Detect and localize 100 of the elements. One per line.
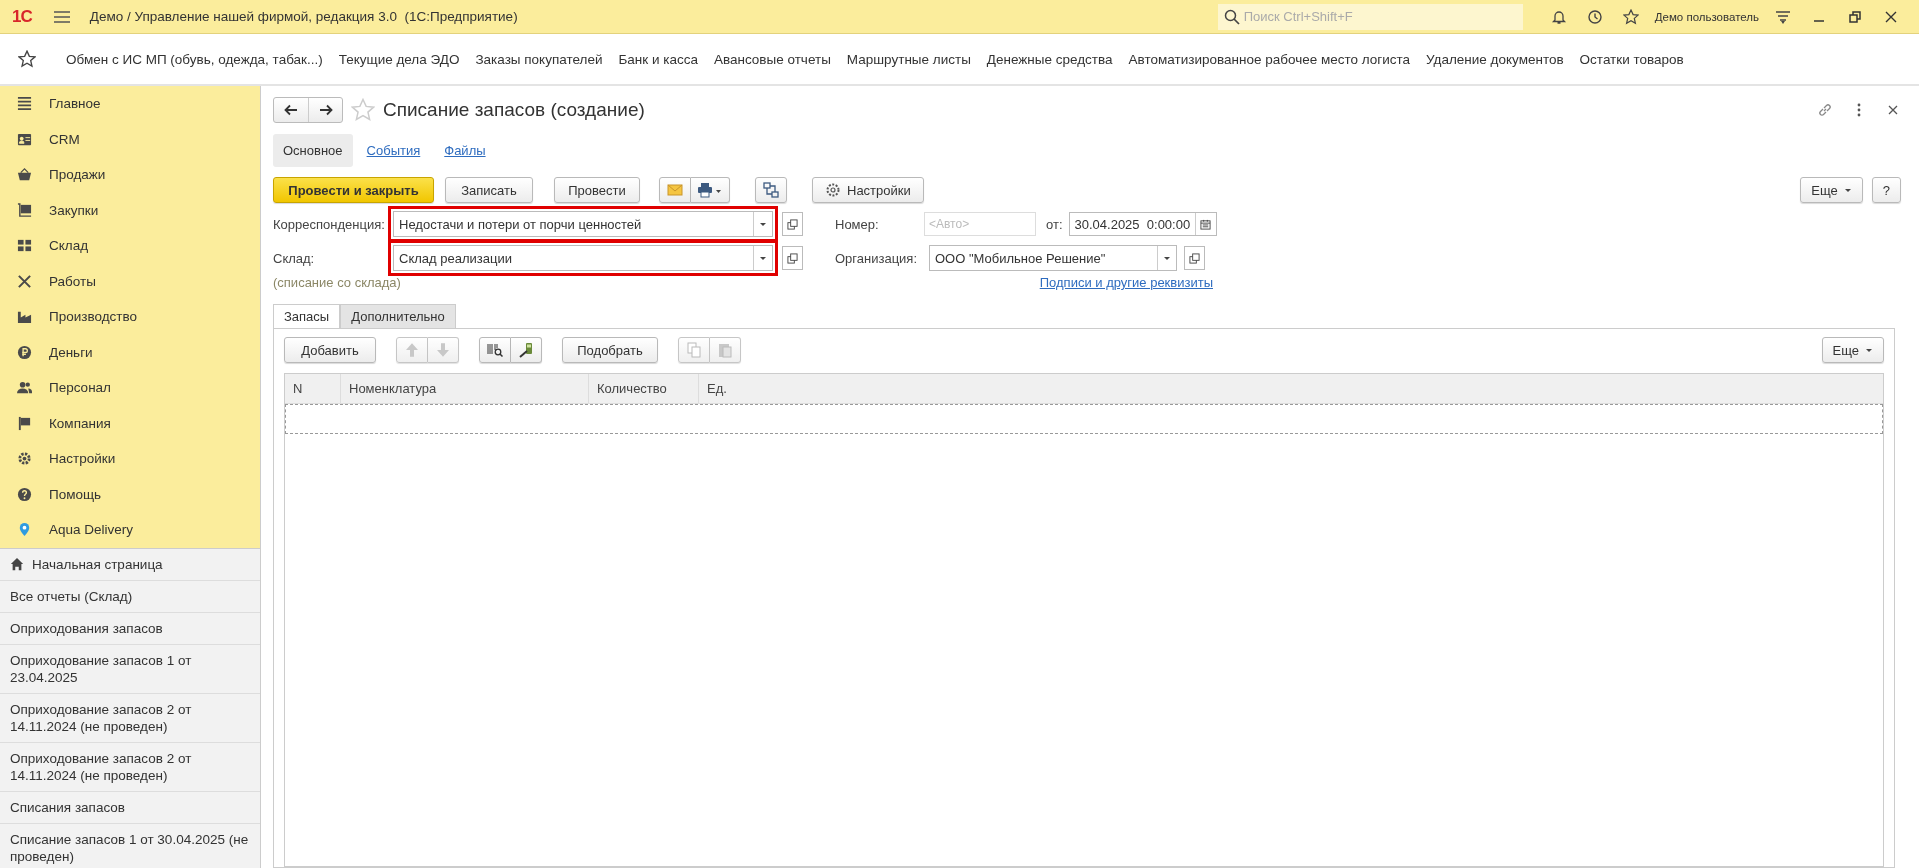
gear-icon <box>17 451 32 467</box>
search-field[interactable]: Поиск Ctrl+Shift+F <box>1217 3 1523 30</box>
sidebar-item[interactable]: Настройки <box>0 441 260 477</box>
structure-icon <box>763 182 779 198</box>
search-icon <box>1223 8 1240 25</box>
bell-icon[interactable] <box>1550 8 1567 25</box>
form-tab[interactable]: Файлы <box>434 134 496 167</box>
card-icon <box>17 131 32 147</box>
left-arrow-icon <box>283 102 299 118</box>
barcode-magnifier-icon <box>487 342 503 358</box>
star-icon[interactable] <box>1622 8 1639 25</box>
section-tab[interactable]: Запасы <box>273 304 341 328</box>
add-button[interactable]: Добавить <box>284 337 376 363</box>
print-button[interactable] <box>691 177 730 203</box>
help-button[interactable]: ? <box>1871 177 1901 203</box>
section-tab[interactable]: Дополнительно <box>340 304 456 328</box>
down-arrow-icon <box>435 342 451 358</box>
menu-icon[interactable] <box>53 8 70 25</box>
nav-link[interactable]: Банк и касса <box>618 51 698 67</box>
scanner-button[interactable] <box>511 337 542 363</box>
details-link[interactable]: Подписи и другие реквизиты <box>1039 275 1213 290</box>
column-header[interactable]: Количество <box>589 374 699 403</box>
more-button[interactable]: Еще <box>1800 177 1863 203</box>
open-icon <box>1189 252 1200 264</box>
nav-link[interactable]: Маршрутные листы <box>846 51 971 67</box>
settings-menu-icon[interactable] <box>1775 8 1791 25</box>
sidebar-item[interactable]: Закупки <box>0 192 260 228</box>
column-header[interactable]: Ед. <box>699 374 1883 403</box>
history-item[interactable]: Начальная страница <box>0 548 260 581</box>
grid-icon <box>17 238 32 254</box>
open-button[interactable] <box>782 246 803 270</box>
nav-link[interactable]: Авансовые отчеты <box>713 51 831 67</box>
sidebar-item[interactable]: Деньги <box>0 334 260 370</box>
sidebar-item[interactable]: CRM <box>0 121 260 157</box>
history-item[interactable]: Все отчеты (Склад) <box>0 580 260 613</box>
link-icon[interactable] <box>1817 102 1833 118</box>
nav-link[interactable]: Заказы покупателей <box>475 51 603 67</box>
people-icon <box>17 380 32 396</box>
sidebar-item[interactable]: Помощь <box>0 476 260 512</box>
sidebar-item[interactable]: Склад <box>0 228 260 264</box>
history-item[interactable]: Оприходование запасов 2 от 14.11.2024 (не проведен) <box>0 693 260 743</box>
field-label: от: <box>1046 216 1063 232</box>
gear-icon <box>825 182 841 198</box>
field-label: Корреспонденция: <box>273 216 386 232</box>
open-icon <box>787 252 798 264</box>
nav-link[interactable]: Текущие дела ЭДО <box>338 51 460 67</box>
history-item[interactable]: Списания запасов <box>0 791 260 824</box>
structure-button[interactable] <box>755 177 787 203</box>
star-icon[interactable] <box>18 50 36 68</box>
more-button[interactable]: Еще <box>1821 337 1884 363</box>
sidebar-item[interactable]: Продажи <box>0 157 260 193</box>
toolbar-button[interactable]: Записать <box>445 177 533 203</box>
open-button[interactable] <box>782 212 803 236</box>
cart-icon <box>17 202 32 218</box>
restore-icon[interactable] <box>1847 8 1863 25</box>
nav-link[interactable]: Обмен с ИС МП (обувь, одежда, табак...) <box>66 51 323 67</box>
form-tab[interactable]: Основное <box>273 134 353 167</box>
toolbar-button[interactable]: Провести <box>554 177 640 203</box>
dropdown-icon <box>759 221 767 227</box>
open-button[interactable] <box>1184 246 1205 270</box>
post-and-close-button[interactable]: Провести и закрыть <box>273 177 434 203</box>
sidebar-item[interactable]: Главное <box>0 86 260 122</box>
warehouse-hint: (списание со склада) <box>273 275 401 290</box>
sidebar-item[interactable]: Производство <box>0 299 260 335</box>
column-header[interactable]: Номенклатура <box>341 374 589 403</box>
barcode-search-button[interactable] <box>479 337 511 363</box>
history-item[interactable]: Оприходование запасов 1 от 23.04.2025 <box>0 644 260 694</box>
sidebar-item[interactable]: Персонал <box>0 370 260 406</box>
number-field[interactable]: <Авто> <box>924 212 1036 236</box>
dropdown-icon <box>1163 255 1171 261</box>
empty-table-row[interactable] <box>285 404 1883 434</box>
form-title: Списание запасов (создание) <box>383 99 645 121</box>
flag-icon <box>17 415 32 431</box>
history-item[interactable]: Оприходование запасов 2 от 14.11.2024 (не проведен) <box>0 742 260 792</box>
field-label: Номер: <box>834 216 880 232</box>
history-icon[interactable] <box>1586 8 1603 25</box>
warehouse-field[interactable]: Склад реализации <box>388 240 778 276</box>
calendar-icon <box>1200 218 1211 230</box>
sidebar-item[interactable]: Работы <box>0 263 260 299</box>
factory-icon <box>17 309 32 325</box>
pick-button[interactable]: Подобрать <box>562 337 658 363</box>
clipboard-icon <box>717 342 733 358</box>
printer-icon <box>698 182 722 198</box>
sidebar-item[interactable]: Aqua Delivery <box>0 512 260 548</box>
correspondence-field[interactable]: Недостачи и потери от порчи ценностей <box>388 206 778 242</box>
date-field[interactable]: 30.04.2025 0:00:00 <box>1068 212 1217 236</box>
form-tab[interactable]: События <box>356 134 431 167</box>
user-name[interactable]: Демо пользователь <box>1654 10 1759 23</box>
open-icon <box>787 218 798 230</box>
history-item[interactable]: Оприходования запасов <box>0 612 260 645</box>
history-item[interactable]: Списание запасов 1 от 30.04.2025 (не проведен) <box>0 823 260 868</box>
home-icon <box>10 557 24 571</box>
lines-icon <box>17 96 32 112</box>
nav-link[interactable]: Удаление документов <box>1426 51 1564 67</box>
sidebar-item[interactable]: Компания <box>0 405 260 441</box>
settings-button[interactable]: Настройки <box>812 177 924 203</box>
nav-link[interactable]: Денежные средства <box>986 51 1113 67</box>
column-header[interactable]: N <box>285 374 341 403</box>
nav-link[interactable]: Остатки товаров <box>1579 51 1684 67</box>
nav-link[interactable]: Автоматизированное рабочее место логиста <box>1128 51 1411 67</box>
